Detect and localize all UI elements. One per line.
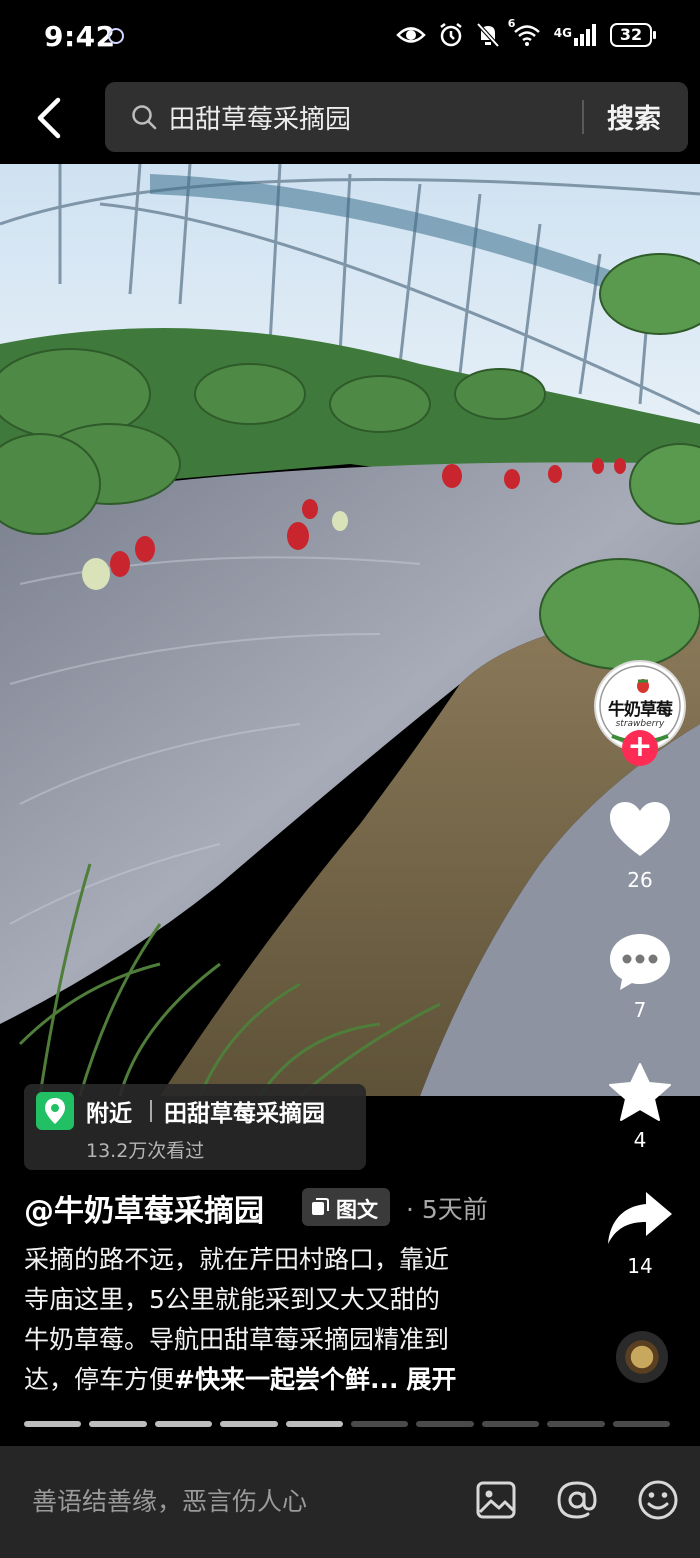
music-disc-icon[interactable] [616, 1331, 668, 1383]
wifi-label: 6 [507, 17, 516, 30]
favorite-count: 4 [633, 1128, 647, 1152]
share-arrow-icon[interactable] [606, 1190, 674, 1246]
status-bar: 9:42 6 4G 32 [0, 0, 700, 72]
progress-segment [285, 1421, 344, 1427]
caption-line: 牛奶草莓。导航田甜草莓采摘园精准到 [24, 1325, 450, 1354]
strawberry-greenhouse-photo[interactable] [0, 164, 700, 1096]
photo-illustration [0, 164, 700, 1096]
location-pin-icon [36, 1092, 74, 1130]
signal-icon [574, 24, 596, 46]
top-header: 田甜草莓采摘园 搜索 [0, 72, 700, 164]
search-divider [582, 100, 584, 134]
post-type-badge: 图文 [302, 1188, 390, 1226]
eye-icon [396, 27, 426, 43]
network-label: 4G [553, 26, 572, 40]
search-query: 田甜草莓采摘园 [169, 105, 352, 135]
like-count: 26 [627, 868, 653, 892]
search-input[interactable]: 田甜草莓采摘园 搜索 [105, 82, 688, 152]
alarm-icon [440, 23, 462, 47]
status-icons: 6 4G 32 [396, 17, 656, 48]
post-time: · 5天前 [406, 1195, 488, 1224]
location-name: 田甜草莓采摘园 [164, 1101, 325, 1127]
status-time: 9:42 [44, 20, 116, 53]
follow-button[interactable]: + [622, 730, 658, 766]
emoji-icon[interactable] [636, 1478, 680, 1522]
expand-button[interactable]: 展开 [406, 1365, 456, 1394]
avatar-name: 牛奶草莓 [608, 700, 673, 720]
hashtag-link[interactable]: #快来一起尝个鲜... [174, 1365, 398, 1394]
progress-segment [481, 1421, 540, 1427]
progress-segment [154, 1421, 213, 1427]
progress-segment [24, 1421, 82, 1427]
search-icon [132, 105, 157, 130]
progress-segment [89, 1421, 147, 1427]
caption-text: 达，停车方便 [24, 1365, 175, 1394]
avatar-sub: strawberry [615, 719, 665, 729]
progress-segment [612, 1421, 671, 1427]
wifi-icon [513, 25, 540, 46]
image-text-icon [312, 1198, 329, 1215]
location-tag[interactable]: 附近 田甜草莓采摘园 13.2万次看过 [24, 1084, 366, 1170]
progress-segment [416, 1421, 474, 1427]
caption-line: 寺庙这里，5公里就能采到又大又甜的 [24, 1285, 440, 1314]
progress-segment [351, 1421, 409, 1427]
progress-segment [547, 1421, 605, 1427]
caption-line: 采摘的路不远，就在芹田村路口，靠近 [24, 1245, 450, 1274]
battery-icon: 32 [610, 23, 656, 47]
comment-count: 7 [633, 998, 647, 1022]
notification-dot-icon [108, 28, 124, 44]
share-count: 14 [627, 1254, 653, 1278]
author-name[interactable]: @牛奶草莓采摘园 [24, 1186, 264, 1230]
comment-input[interactable]: 善语结善缘，恶言伤人心 [32, 1482, 307, 1518]
back-button[interactable] [28, 94, 72, 142]
mention-icon[interactable] [555, 1478, 599, 1522]
comment-icon[interactable] [608, 932, 672, 992]
location-nearby-label: 附近 [86, 1101, 132, 1127]
post-type-label: 图文 [336, 1198, 378, 1222]
image-picker-icon[interactable] [474, 1478, 518, 1522]
post-caption[interactable]: 采摘的路不远，就在芹田村路口，靠近 寺庙这里，5公里就能采到又大又甜的 牛奶草莓… [24, 1240, 544, 1400]
search-button[interactable]: 搜索 [607, 97, 661, 136]
mute-icon [476, 22, 500, 48]
location-separator [150, 1100, 152, 1122]
caption-line-last: 达，停车方便#快来一起尝个鲜... 展开 [24, 1360, 544, 1400]
like-heart-icon[interactable] [608, 800, 672, 858]
image-progress-indicator [24, 1421, 671, 1427]
location-views: 13.2万次看过 [86, 1140, 205, 1162]
progress-segment [220, 1421, 278, 1427]
favorite-star-icon[interactable] [608, 1062, 672, 1124]
comment-bar: 善语结善缘，恶言伤人心 [0, 1446, 700, 1558]
